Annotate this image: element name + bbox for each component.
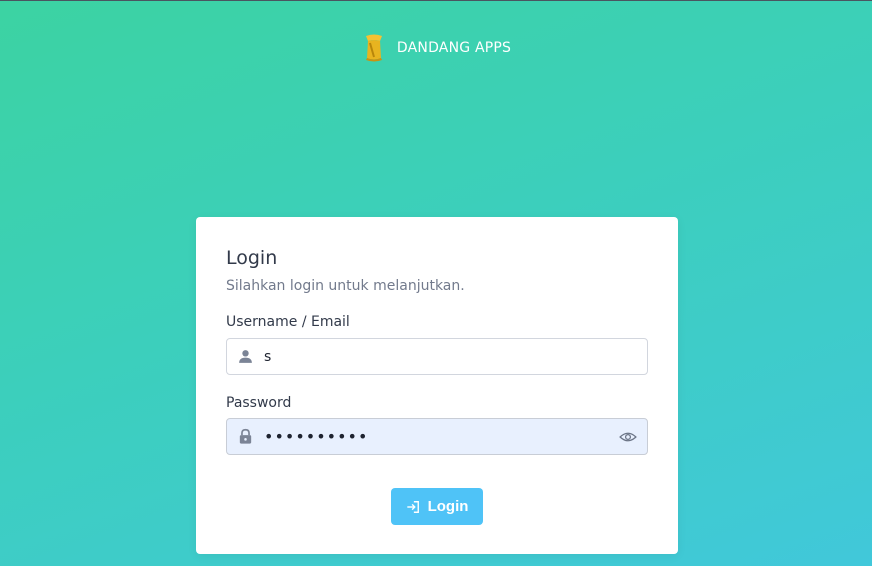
username-input[interactable] [254, 339, 647, 374]
username-field [226, 338, 648, 375]
brand-name: DANDANG APPS [396, 40, 512, 56]
login-subtitle: Silahkan login untuk melanjutkan. [226, 278, 465, 294]
login-arrow-icon [406, 500, 419, 513]
password-field [226, 418, 648, 455]
username-label: Username / Email [226, 314, 350, 330]
login-title: Login [226, 247, 278, 269]
eye-icon[interactable] [619, 428, 637, 446]
login-button[interactable]: Login [391, 488, 483, 525]
gold-brush-logo-icon [365, 34, 382, 62]
login-button-label: Login [427, 498, 469, 515]
lock-icon [239, 428, 252, 444]
window-top-border [0, 0, 872, 1]
password-label: Password [226, 395, 292, 411]
brand-header: DANDANG APPS [0, 33, 872, 63]
login-card: Login Silahkan login untuk melanjutkan. … [196, 217, 678, 554]
user-icon [239, 350, 252, 363]
password-input[interactable] [254, 419, 619, 454]
